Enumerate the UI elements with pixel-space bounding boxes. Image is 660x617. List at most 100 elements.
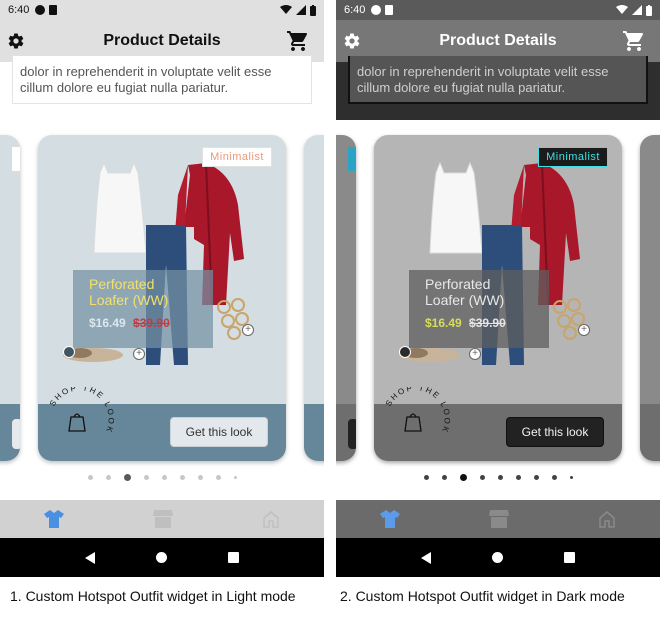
page-dot-active[interactable] (123, 473, 131, 481)
status-time: 6:40 (8, 4, 30, 16)
shirt-icon[interactable] (379, 509, 401, 529)
page-title: Product Details (103, 32, 221, 49)
page-dot[interactable] (143, 474, 149, 480)
hotspot-active[interactable] (399, 346, 411, 358)
style-tag: Minimalist (202, 147, 272, 167)
page-dot-active[interactable] (459, 473, 467, 481)
wifi-icon (280, 5, 292, 14)
page-dot[interactable] (233, 475, 237, 479)
hotspot-plus[interactable]: + (133, 348, 145, 360)
caption-light-mode: 1. Custom Hotspot Outfit widget in Light… (10, 588, 296, 604)
description-text: dolor in reprehenderit in voluptate veli… (20, 64, 272, 95)
phone-light-mode: 6:40 Product Details dolor in reprehende… (0, 0, 324, 577)
bottom-navigation (0, 500, 324, 538)
back-icon[interactable] (85, 551, 96, 564)
outfit-card-next[interactable] (304, 135, 324, 461)
wifi-icon (616, 5, 628, 14)
style-tag: Minimalist (538, 147, 608, 167)
price-row: $16.49 $39.90 (425, 316, 533, 330)
outfit-card-previous[interactable] (336, 135, 356, 461)
hotspot-plus[interactable]: + (578, 324, 590, 336)
product-hotspot-info[interactable]: Perforated Loafer (WW) $16.49 $39.90 (73, 270, 213, 348)
get-this-look-button[interactable]: Get this look (506, 417, 604, 447)
hotspot-plus[interactable]: + (242, 324, 254, 336)
product-hotspot-info[interactable]: Perforated Loafer (WW) $16.49 $39.90 (409, 270, 549, 348)
tag-edge (348, 147, 356, 171)
product-name: Perforated Loafer (WW) (425, 276, 505, 308)
card-footer (304, 404, 324, 461)
cta-edge[interactable] (12, 419, 20, 449)
badge-text: SHOP THE LOOK (48, 387, 114, 435)
system-navigation-bar (336, 538, 660, 577)
original-price: $39.90 (469, 316, 506, 330)
page-dot[interactable] (87, 474, 93, 480)
page-dot[interactable] (161, 474, 167, 480)
get-this-look-button[interactable]: Get this look (170, 417, 268, 447)
recent-apps-icon[interactable] (563, 552, 575, 563)
hotspot-plus[interactable]: + (469, 348, 481, 360)
page-dot[interactable] (197, 474, 203, 480)
carousel-pagination (336, 473, 660, 481)
home-icon[interactable] (597, 509, 617, 529)
gear-icon[interactable] (343, 32, 361, 50)
page-dot[interactable] (533, 474, 539, 480)
page-dot[interactable] (551, 474, 557, 480)
svg-text:SHOP THE LOOK: SHOP THE LOOK (48, 387, 114, 435)
current-price: $16.49 (89, 316, 126, 330)
battery-icon (310, 4, 316, 16)
outfit-carousel[interactable]: Minimalist Perforated Loafer (WW) $16.49… (0, 120, 324, 480)
outfit-card[interactable]: Minimalist Perforated Loafer (WW) $16.49… (38, 135, 286, 461)
bag-icon (404, 416, 422, 432)
home-icon[interactable] (261, 509, 281, 529)
page-dot[interactable] (497, 474, 503, 480)
page-dot[interactable] (179, 474, 185, 480)
original-price: $39.90 (133, 316, 170, 330)
page-dot[interactable] (105, 474, 111, 480)
badge-text: SHOP THE LOOK (384, 387, 450, 435)
card-footer (640, 404, 660, 461)
bag-icon (68, 416, 86, 432)
system-navigation-bar (0, 538, 324, 577)
notification-icon (371, 5, 382, 15)
page-dot[interactable] (479, 474, 485, 480)
battery-icon (646, 4, 652, 16)
product-description: dolor in reprehenderit in voluptate veli… (12, 56, 312, 104)
page-dot[interactable] (515, 474, 521, 480)
cart-icon[interactable] (622, 29, 646, 53)
carousel-pagination (0, 473, 324, 481)
cta-edge[interactable] (348, 419, 356, 449)
home-button-icon[interactable] (155, 552, 167, 563)
sd-card-icon (49, 5, 58, 15)
svg-text:SHOP THE LOOK: SHOP THE LOOK (384, 387, 450, 435)
home-button-icon[interactable] (491, 552, 503, 563)
status-bar: 6:40 (0, 0, 324, 20)
outfit-card-previous[interactable] (0, 135, 20, 461)
outfit-carousel[interactable]: Minimalist Perforated Loafer (WW) $16.49… (336, 120, 660, 480)
status-bar: 6:40 (336, 0, 660, 20)
page-title: Product Details (439, 32, 557, 49)
store-icon[interactable] (152, 509, 174, 529)
shop-the-look-badge: SHOP THE LOOK (48, 387, 114, 435)
caption-dark-mode: 2. Custom Hotspot Outfit widget in Dark … (340, 588, 625, 604)
recent-apps-icon[interactable] (227, 552, 239, 563)
bottom-navigation (336, 500, 660, 538)
outfit-card[interactable]: Minimalist Perforated Loafer (WW) $16.49… (374, 135, 622, 461)
sd-card-icon (385, 5, 394, 15)
store-icon[interactable] (488, 509, 510, 529)
page-dot[interactable] (441, 474, 447, 480)
cart-icon[interactable] (286, 29, 310, 53)
status-time: 6:40 (344, 4, 366, 16)
product-description: dolor in reprehenderit in voluptate veli… (348, 56, 648, 104)
page-dot[interactable] (569, 475, 573, 479)
page-dot[interactable] (423, 474, 429, 480)
page-dot[interactable] (215, 474, 221, 480)
gear-icon[interactable] (7, 32, 25, 50)
description-text: dolor in reprehenderit in voluptate veli… (357, 64, 609, 95)
hotspot-active[interactable] (63, 346, 75, 358)
signal-icon (296, 5, 306, 15)
signal-icon (632, 5, 642, 15)
phone-dark-mode: 6:40 Product Details dolor in reprehende… (336, 0, 660, 577)
outfit-card-next[interactable] (640, 135, 660, 461)
back-icon[interactable] (421, 551, 432, 564)
shirt-icon[interactable] (43, 509, 65, 529)
